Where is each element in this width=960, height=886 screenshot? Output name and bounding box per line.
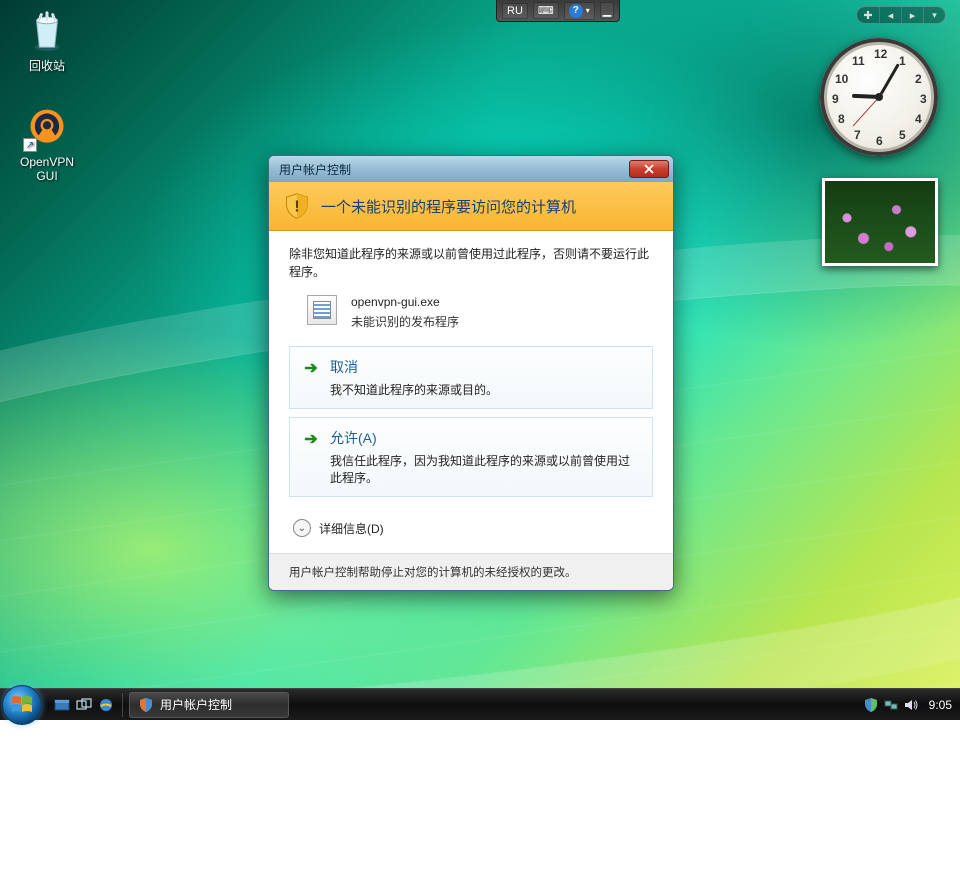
program-publisher: 未能识别的发布程序 [351,313,459,330]
recycle-bin-icon [23,6,71,54]
ie-button[interactable] [96,695,116,715]
arrow-right-icon: ➔ [302,359,320,377]
chevron-down-icon: ⌄ [293,519,311,537]
desktop-icon-openvpn[interactable]: ↗ OpenVPN GUI [8,104,86,183]
uac-footer-text: 用户帐户控制帮助停止对您的计算机的未经授权的更改。 [269,553,673,590]
help-icon[interactable]: ?▾ [564,2,595,20]
language-bar[interactable]: RU ⌨ ?▾ ▁ [496,0,620,22]
uac-dialog: 用户帐户控制 ! 一个未能识别的程序要访问您的计算机 除非您知道此程序的来源或以… [268,155,674,591]
desktop-icon-label: OpenVPN GUI [8,155,86,183]
taskbar-item-label: 用户帐户控制 [160,696,232,713]
uac-program-info: openvpn-gui.exe 未能识别的发布程序 [307,295,653,330]
taskbar-clock[interactable]: 9:05 [929,698,952,712]
close-button[interactable] [629,160,669,178]
uac-header-text: 一个未能识别的程序要访问您的计算机 [321,196,576,217]
taskbar-item-uac[interactable]: 用户帐户控制 [129,692,289,718]
shortcut-overlay-icon: ↗ [23,138,37,152]
start-button[interactable] [2,685,42,725]
taskbar: 用户帐户控制 9:05 [0,688,960,720]
quick-launch [46,693,123,717]
uac-title: 用户帐户控制 [279,161,629,178]
details-label: 详细信息(D) [319,520,384,537]
svg-text:!: ! [294,198,299,215]
allow-option-title: 允许(A) [330,428,638,448]
cancel-option[interactable]: ➔ 取消 我不知道此程序的来源或目的。 [289,346,653,409]
details-toggle[interactable]: ⌄ 详细信息(D) [289,505,653,547]
clock-gadget[interactable]: 12 1 2 3 4 5 6 7 8 9 10 11 [820,38,938,156]
security-tray-icon[interactable] [863,697,879,713]
network-tray-icon[interactable] [883,697,899,713]
desktop-icon-recycle-bin[interactable]: 回收站 [8,6,86,74]
arrow-right-icon: ➔ [302,430,320,448]
keyboard-icon[interactable]: ⌨ [533,2,559,19]
sidebar-add-button[interactable]: ✚ [857,7,879,23]
program-icon [307,295,337,325]
allow-option[interactable]: ➔ 允许(A) 我信任此程序，因为我知道此程序的来源或以前曾使用过此程序。 [289,417,653,497]
close-icon [644,164,654,174]
system-tray: 9:05 [855,697,960,713]
cancel-option-title: 取消 [330,357,498,377]
sidebar-options-button[interactable]: ▾ [923,7,945,23]
shield-warning-icon: ! [283,192,311,220]
show-desktop-button[interactable] [52,695,72,715]
sidebar-controls: ✚ ◂ ▸ ▾ [856,6,946,24]
langbar-minimize-icon[interactable]: ▁ [600,2,614,19]
windows-logo-icon [9,692,35,718]
language-indicator[interactable]: RU [502,3,528,19]
allow-option-desc: 我信任此程序，因为我知道此程序的来源或以前曾使用过此程序。 [330,452,638,486]
openvpn-icon: ↗ [23,104,71,152]
sidebar-prev-button[interactable]: ◂ [879,7,901,23]
desktop-icon-label: 回收站 [8,57,86,74]
uac-header: ! 一个未能识别的程序要访问您的计算机 [269,182,673,231]
volume-tray-icon[interactable] [903,697,919,713]
sidebar-next-button[interactable]: ▸ [901,7,923,23]
uac-titlebar[interactable]: 用户帐户控制 [269,156,673,182]
shield-icon [138,697,154,713]
uac-explain-text: 除非您知道此程序的来源或以前曾使用过此程序，否则请不要运行此程序。 [289,245,653,281]
switch-windows-button[interactable] [74,695,94,715]
slideshow-gadget[interactable] [822,178,938,266]
cancel-option-desc: 我不知道此程序的来源或目的。 [330,381,498,398]
program-name: openvpn-gui.exe [351,295,459,309]
